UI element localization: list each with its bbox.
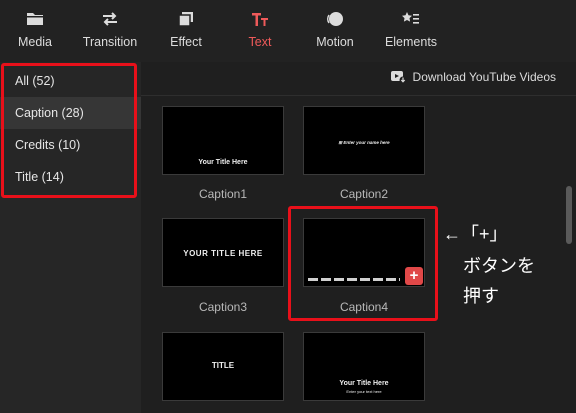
annotation-line-3: 押す	[463, 286, 499, 306]
thumb-subtext: Enter your text here	[346, 389, 382, 394]
sidebar-item-all[interactable]: All (52)	[0, 65, 141, 97]
tab-media-label: Media	[17, 35, 53, 49]
template-thumb-title[interactable]: TITLE	[162, 332, 284, 401]
thumb-label-caption2: Caption2	[339, 187, 389, 201]
tab-effect-label: Effect	[170, 35, 202, 49]
layers-icon	[178, 12, 193, 27]
add-to-timeline-button[interactable]: +	[405, 267, 423, 285]
shapes-icon	[402, 12, 419, 24]
folder-icon	[27, 13, 43, 25]
text-icon	[252, 13, 268, 26]
thumb-text: TITLE	[211, 361, 235, 370]
sidebar-item-credits[interactable]: Credits (10)	[0, 129, 141, 161]
thumb-text: Your Title Here	[339, 380, 389, 387]
tab-text-label: Text	[248, 35, 272, 49]
tab-elements[interactable]: Elements	[380, 0, 442, 62]
tab-motion[interactable]: Motion	[310, 0, 360, 62]
thumb-text: Your Title Here	[198, 159, 248, 166]
tab-motion-label: Motion	[316, 35, 354, 49]
thumb-text-value: Enter your name here	[343, 140, 390, 145]
tab-transition-label: Transition	[82, 35, 138, 49]
download-video-icon	[390, 71, 407, 84]
thumb-label-caption4: Caption4	[339, 300, 389, 314]
vertical-scrollbar[interactable]	[566, 186, 572, 244]
top-toolbar: Media Transition Effect Text Motion Elem…	[0, 0, 576, 62]
annotation-line-1: ←「+」	[443, 224, 508, 244]
template-thumb-caption2[interactable]: ⊞ Enter your name here	[303, 106, 425, 175]
content-topbar: Download YouTube Videos	[141, 62, 576, 96]
category-sidebar: All (52) Caption (28) Credits (10) Title…	[0, 62, 141, 413]
thumb-text-placeholder	[308, 278, 400, 281]
tab-transition[interactable]: Transition	[76, 0, 144, 62]
thumb-text: ⊞ Enter your name here	[304, 140, 424, 146]
template-thumb-caption1[interactable]: Your Title Here	[162, 106, 284, 175]
tab-text[interactable]: Text	[238, 0, 282, 62]
thumb-label-caption3: Caption3	[198, 300, 248, 314]
annotation-line-2: ボタンを	[463, 256, 535, 276]
download-youtube-button[interactable]: Download YouTube Videos	[390, 70, 556, 84]
download-youtube-label: Download YouTube Videos	[412, 70, 556, 84]
swap-arrows-icon	[103, 12, 117, 26]
template-thumb-title-sub[interactable]: Your Title Here Enter your text here	[303, 332, 425, 401]
sidebar-item-caption[interactable]: Caption (28)	[0, 97, 141, 129]
tab-effect[interactable]: Effect	[161, 0, 211, 62]
motion-circle-icon	[327, 12, 343, 26]
template-thumb-caption3[interactable]: YOUR TITLE HERE	[162, 218, 284, 287]
tab-media[interactable]: Media	[10, 0, 60, 62]
thumb-text: YOUR TITLE HERE	[183, 249, 263, 258]
tab-elements-label: Elements	[384, 35, 438, 49]
sidebar-item-title[interactable]: Title (14)	[0, 161, 141, 193]
thumb-label-caption1: Caption1	[198, 187, 248, 201]
